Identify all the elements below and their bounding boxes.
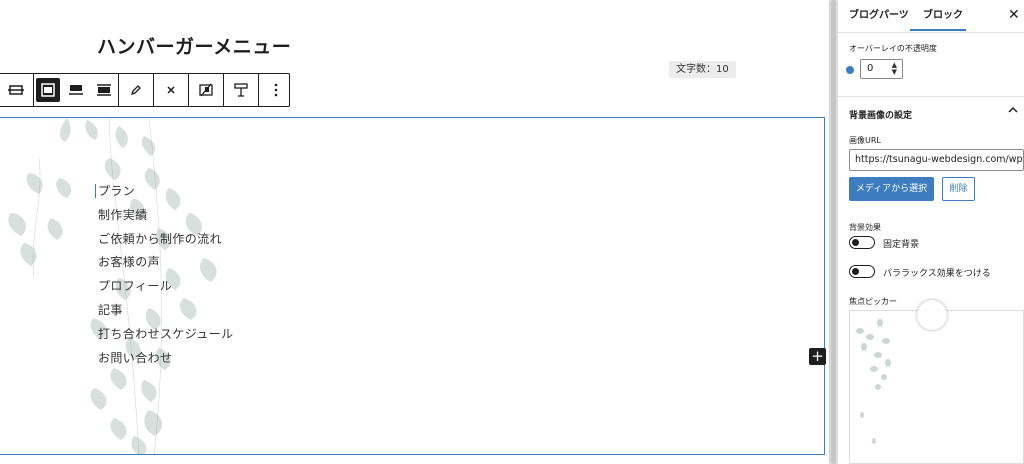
overlay-opacity-input[interactable]: 0 ▲ ▼ bbox=[860, 59, 903, 79]
tab-block[interactable]: ブロック bbox=[923, 0, 963, 31]
menu-item[interactable]: 記事 bbox=[98, 299, 234, 323]
parallax-label: パララックス効果をつける bbox=[883, 269, 991, 279]
image-url-input[interactable]: https://tsunagu-webdesign.com/wp-co bbox=[849, 149, 1024, 171]
menu-item[interactable]: お客様の声 bbox=[98, 251, 234, 275]
menu-item[interactable]: お問い合わせ bbox=[98, 347, 234, 371]
align-content-center-icon[interactable] bbox=[62, 74, 90, 106]
section-divider bbox=[838, 96, 1024, 97]
full-height-icon[interactable] bbox=[90, 74, 118, 106]
menu-item[interactable]: プラン bbox=[98, 180, 234, 204]
active-tab-indicator bbox=[910, 29, 966, 31]
text-caret bbox=[95, 184, 96, 198]
block-toolbar bbox=[0, 73, 290, 107]
fixed-bg-toggle[interactable] bbox=[849, 236, 875, 249]
focal-picker-label: 焦点ピッカー bbox=[849, 297, 897, 306]
scrollbar-thumb[interactable] bbox=[831, 0, 836, 464]
menu-item[interactable]: 打ち合わせスケジュール bbox=[98, 323, 234, 347]
spinner-icon[interactable]: ▲ ▼ bbox=[892, 62, 897, 76]
overlay-opacity-label: オーバーレイの不透明度 bbox=[849, 44, 937, 53]
text-align-icon[interactable] bbox=[224, 74, 258, 106]
settings-sidebar: ブログパーツ ブロック ✕ オーバーレイの不透明度 0 ▲ ▼ 背景画像の設定 画… bbox=[837, 0, 1024, 464]
cover-block-icon[interactable] bbox=[0, 74, 33, 106]
tab-blog-parts[interactable]: ブログパーツ bbox=[849, 0, 909, 31]
fixed-bg-label: 固定背景 bbox=[883, 240, 920, 250]
close-icon[interactable] bbox=[154, 74, 188, 106]
align-content-top-icon[interactable] bbox=[34, 74, 62, 106]
bg-effect-label: 背景効果 bbox=[849, 223, 881, 232]
image-switch-icon[interactable] bbox=[189, 74, 223, 106]
overlay-color-swatch[interactable] bbox=[846, 66, 854, 74]
chevron-up-icon[interactable] bbox=[1008, 105, 1018, 116]
select-media-button[interactable]: メディアから選択 bbox=[849, 177, 934, 201]
menu-item[interactable]: プロフィール bbox=[98, 275, 234, 299]
cover-block[interactable]: プラン 制作実績 ご依頼から制作の流れ お客様の声 プロフィール 記事 打ち合わ… bbox=[0, 117, 825, 455]
parallax-toggle[interactable] bbox=[849, 265, 875, 278]
more-vertical-icon[interactable] bbox=[259, 74, 293, 106]
menu-item[interactable]: ご依頼から制作の流れ bbox=[98, 228, 234, 252]
menu-item[interactable]: 制作実績 bbox=[98, 204, 234, 228]
sidebar-tabs: ブログパーツ ブロック ✕ bbox=[838, 0, 1024, 33]
word-count-badge: 文字数：10 bbox=[669, 61, 736, 78]
close-icon[interactable]: ✕ bbox=[1008, 7, 1020, 23]
image-url-label: 画像URL bbox=[849, 136, 881, 145]
background-section-title[interactable]: 背景画像の設定 bbox=[849, 108, 912, 121]
focal-point-picker[interactable] bbox=[849, 310, 1024, 464]
pencil-icon[interactable] bbox=[119, 74, 153, 106]
page-title[interactable]: ハンバーガーメニュー bbox=[97, 32, 291, 59]
focal-preview-image bbox=[856, 319, 891, 444]
editor-canvas: ハンバーガーメニュー 文字数：10 プラン 制作実績 ご依頼から制作の流れ お客… bbox=[0, 0, 829, 464]
add-block-button[interactable]: + bbox=[809, 348, 826, 365]
menu-list: プラン 制作実績 ご依頼から制作の流れ お客様の声 プロフィール 記事 打ち合わ… bbox=[98, 180, 234, 370]
overlay-opacity-value: 0 bbox=[867, 63, 874, 74]
delete-button[interactable]: 削除 bbox=[942, 177, 975, 201]
focal-point-handle[interactable] bbox=[917, 300, 947, 330]
